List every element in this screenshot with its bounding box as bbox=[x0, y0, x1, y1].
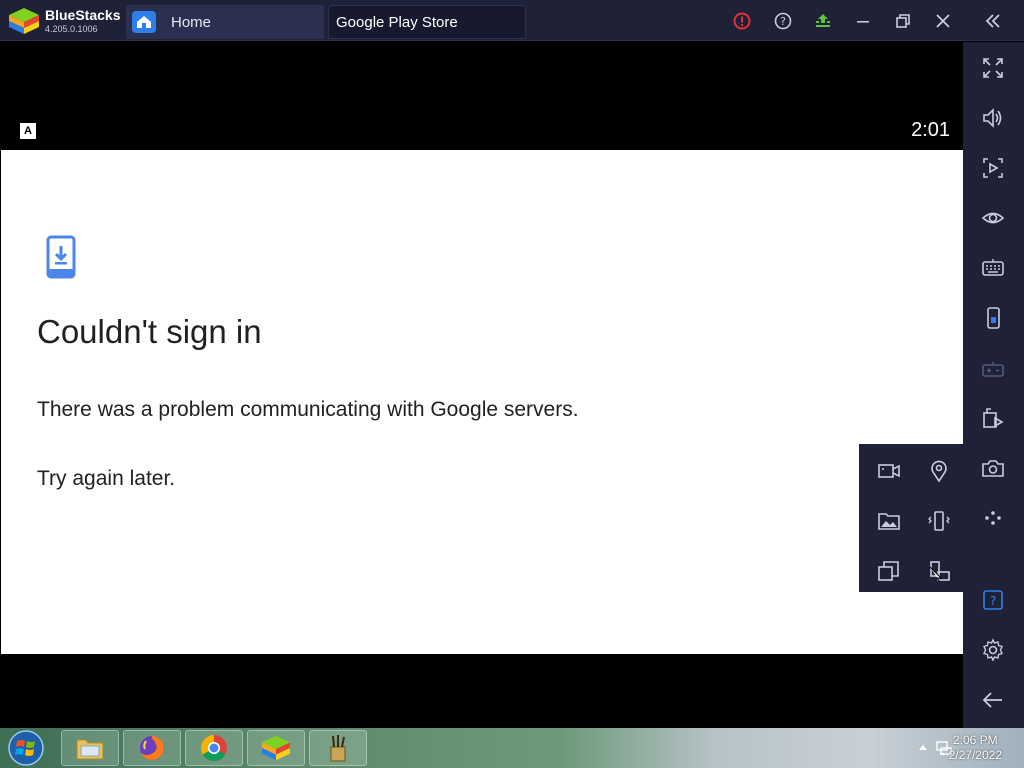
windows-taskbar: 2:06 PM 2/27/2022 bbox=[0, 728, 1024, 768]
install-apk-button[interactable] bbox=[978, 403, 1008, 433]
taskbar-firefox[interactable] bbox=[123, 730, 181, 766]
sync-button[interactable] bbox=[924, 556, 954, 586]
screenshot-button[interactable] bbox=[978, 453, 1008, 483]
volume-icon bbox=[983, 108, 1002, 128]
fullscreen-icon bbox=[983, 58, 1003, 78]
restore-icon bbox=[896, 14, 910, 28]
update-icon bbox=[816, 14, 830, 27]
folder-icon bbox=[76, 739, 104, 760]
alert-button[interactable] bbox=[729, 8, 755, 34]
help-icon: ? bbox=[774, 12, 792, 30]
app-version: 4.205.0.1006 bbox=[45, 24, 98, 34]
gamepad-icon bbox=[982, 362, 1004, 377]
minimize-icon bbox=[857, 21, 869, 23]
map-pin-icon bbox=[931, 460, 947, 483]
bluestacks-brand: BlueStacks 4.205.0.1006 bbox=[6, 4, 122, 37]
double-chevron-left-icon bbox=[985, 14, 1000, 28]
taskbar-chrome[interactable] bbox=[185, 730, 243, 766]
error-screen: Couldn't sign in There was a problem com… bbox=[1, 150, 963, 654]
right-sidebar: ? bbox=[963, 42, 1024, 728]
system-tray: 2:06 PM 2/27/2022 bbox=[884, 728, 1024, 768]
close-button[interactable] bbox=[930, 8, 956, 34]
alert-icon bbox=[733, 12, 751, 30]
dialog-title: Couldn't sign in bbox=[37, 313, 262, 350]
apk-install-icon bbox=[983, 408, 1004, 428]
help-button[interactable]: ? bbox=[770, 8, 796, 34]
camera-icon bbox=[982, 460, 1004, 477]
android-clock: 2:01 bbox=[911, 119, 950, 141]
help-sidebar-button[interactable]: ? bbox=[978, 585, 1008, 615]
gear-icon bbox=[983, 638, 1003, 662]
volume-button[interactable] bbox=[978, 103, 1008, 133]
dialog-message: There was a problem communicating with G… bbox=[37, 398, 579, 421]
windows-logo-icon bbox=[8, 730, 44, 766]
paint-brushes-icon bbox=[330, 735, 346, 762]
tab-home-label: Home bbox=[171, 14, 212, 31]
location-button[interactable] bbox=[924, 456, 954, 486]
tray-expand-icon[interactable] bbox=[918, 743, 928, 751]
collapse-sidebar-button[interactable] bbox=[980, 8, 1006, 34]
video-recorder-button[interactable] bbox=[874, 456, 904, 486]
close-icon bbox=[936, 14, 950, 28]
tray-date: 2/27/2022 bbox=[948, 748, 1002, 762]
start-button[interactable] bbox=[4, 729, 48, 767]
arrow-left-icon bbox=[982, 692, 1002, 708]
phone-icon bbox=[987, 307, 1000, 329]
media-manager-button[interactable] bbox=[874, 506, 904, 536]
chrome-icon bbox=[200, 734, 227, 762]
settings-button[interactable] bbox=[978, 635, 1008, 665]
restore-button[interactable] bbox=[890, 8, 916, 34]
eye-icon bbox=[981, 212, 1005, 224]
crop-select-icon bbox=[983, 158, 1003, 178]
title-bar: BlueStacks 4.205.0.1006 Home Google Play… bbox=[0, 0, 1024, 41]
tab-play-label: Google Play Store bbox=[336, 14, 458, 31]
video-camera-icon bbox=[878, 464, 900, 478]
tray-clock[interactable]: 2:06 PM 2/27/2022 bbox=[949, 733, 1002, 763]
dialog-retry-note: Try again later. bbox=[37, 467, 176, 490]
shake-button[interactable] bbox=[924, 506, 954, 536]
android-nav-area bbox=[0, 654, 963, 728]
minimize-button[interactable] bbox=[850, 8, 876, 34]
device-sync-icon bbox=[929, 561, 950, 583]
svg-text:?: ? bbox=[780, 15, 786, 28]
gamepad-button[interactable] bbox=[978, 353, 1008, 383]
taskbar-explorer[interactable] bbox=[61, 730, 119, 766]
status-badge: A bbox=[20, 123, 36, 139]
shake-icon bbox=[928, 511, 950, 531]
copy-windows-icon bbox=[878, 561, 899, 581]
tab-home[interactable]: Home bbox=[126, 5, 324, 39]
more-tools-flyout bbox=[859, 444, 963, 592]
back-button[interactable] bbox=[978, 685, 1008, 715]
question-box-icon: ? bbox=[983, 590, 1003, 610]
screen-record-button[interactable] bbox=[978, 153, 1008, 183]
rotate-device-button[interactable] bbox=[978, 303, 1008, 333]
multi-instance-button[interactable] bbox=[874, 556, 904, 586]
more-tools-button[interactable] bbox=[978, 503, 1008, 533]
app-name: BlueStacks bbox=[45, 7, 121, 23]
home-icon bbox=[132, 11, 156, 33]
bluestacks-logo-icon bbox=[9, 8, 39, 34]
firefox-icon bbox=[140, 736, 164, 760]
tab-google-play-store[interactable]: Google Play Store bbox=[328, 5, 526, 39]
more-dots-icon bbox=[985, 511, 1001, 525]
keyboard-button[interactable] bbox=[978, 253, 1008, 283]
svg-text:?: ? bbox=[990, 594, 996, 608]
keyboard-icon bbox=[982, 259, 1004, 276]
image-folder-icon bbox=[878, 513, 900, 530]
tray-time: 2:06 PM bbox=[952, 733, 998, 747]
taskbar-paint-app[interactable] bbox=[309, 730, 367, 766]
eye-button[interactable] bbox=[978, 203, 1008, 233]
update-button[interactable] bbox=[810, 8, 836, 34]
phone-download-icon bbox=[46, 235, 76, 279]
bluestacks-icon bbox=[261, 735, 291, 761]
fullscreen-button[interactable] bbox=[978, 53, 1008, 83]
android-status-bar: A 2:01 bbox=[0, 42, 963, 150]
taskbar-bluestacks[interactable] bbox=[247, 730, 305, 766]
